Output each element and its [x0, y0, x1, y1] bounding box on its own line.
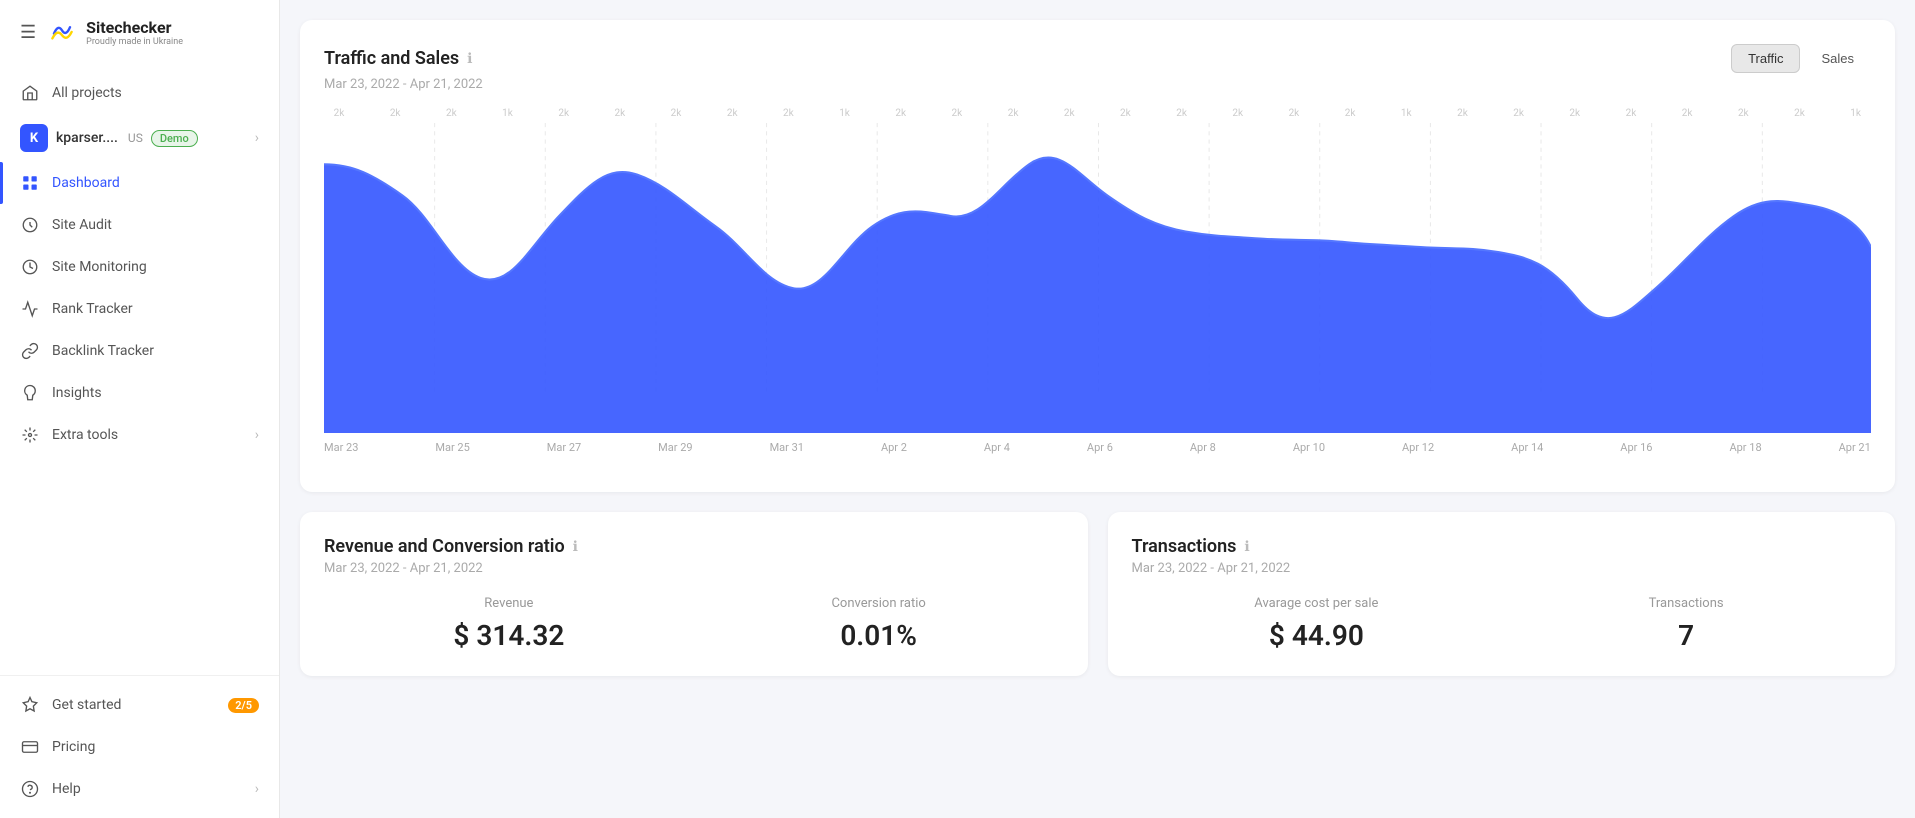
revenue-card: Revenue and Conversion ratio ℹ Mar 23, 2…	[300, 512, 1088, 676]
tab-traffic[interactable]: Traffic	[1731, 44, 1800, 73]
rank-tracker-icon	[20, 299, 40, 319]
sidebar-item-all-projects[interactable]: All projects	[0, 72, 279, 114]
avg-cost-metric: Avarage cost per sale $ 44.90	[1132, 596, 1502, 652]
pricing-icon	[20, 737, 40, 757]
site-audit-label: Site Audit	[52, 217, 112, 233]
traffic-sales-card: Traffic and Sales ℹ Traffic Sales Mar 23…	[300, 20, 1895, 492]
revenue-metrics: Revenue $ 314.32 Conversion ratio 0.01%	[324, 596, 1064, 652]
project-row[interactable]: K kparser.... US Demo ›	[0, 114, 279, 162]
chevron-right-icon: ›	[255, 130, 259, 146]
avg-cost-label: Avarage cost per sale	[1132, 596, 1502, 611]
bottom-row: Revenue and Conversion ratio ℹ Mar 23, 2…	[300, 512, 1895, 676]
chart-container: 2k 2k 2k 1k 2k 2k 2k 2k 2k 1k 2k 2k 2k 2…	[324, 108, 1871, 468]
home-icon	[20, 83, 40, 103]
sidebar-header: ☰ Sitechecker Proudly made in Ukraine	[0, 0, 279, 64]
transactions-count-metric: Transactions 7	[1501, 596, 1871, 652]
conversion-value: 0.01%	[694, 619, 1064, 652]
tab-group: Traffic Sales	[1731, 44, 1871, 73]
revenue-title: Revenue and Conversion ratio	[324, 536, 565, 557]
transactions-title: Transactions	[1132, 536, 1237, 557]
sidebar-item-extra-tools[interactable]: Extra tools ›	[0, 414, 279, 456]
sidebar-item-rank-tracker[interactable]: Rank Tracker	[0, 288, 279, 330]
get-started-icon	[20, 695, 40, 715]
transactions-count-value: 7	[1501, 619, 1871, 652]
extra-tools-chevron: ›	[255, 427, 259, 443]
extra-tools-icon	[20, 425, 40, 445]
pricing-label: Pricing	[52, 739, 95, 755]
backlink-tracker-icon	[20, 341, 40, 361]
project-icon: K	[20, 124, 48, 152]
logo-area: Sitechecker Proudly made in Ukraine	[46, 16, 183, 48]
site-monitoring-label: Site Monitoring	[52, 259, 147, 275]
nav-section: All projects K kparser.... US Demo › Das…	[0, 64, 279, 675]
sidebar-item-get-started[interactable]: Get started 2/5	[0, 684, 279, 726]
sidebar-item-pricing[interactable]: Pricing	[0, 726, 279, 768]
traffic-chart-svg	[324, 123, 1871, 433]
traffic-sales-title: Traffic and Sales	[324, 48, 459, 69]
get-started-badge: 2/5	[228, 698, 259, 713]
tab-sales[interactable]: Sales	[1804, 44, 1871, 73]
traffic-sales-date: Mar 23, 2022 - Apr 21, 2022	[324, 77, 1871, 92]
rank-tracker-label: Rank Tracker	[52, 301, 133, 317]
conversion-label: Conversion ratio	[694, 596, 1064, 611]
insights-icon	[20, 383, 40, 403]
sidebar-item-insights[interactable]: Insights	[0, 372, 279, 414]
demo-badge: Demo	[151, 130, 198, 147]
logo-text: Sitechecker Proudly made in Ukraine	[86, 18, 183, 47]
sidebar: ☰ Sitechecker Proudly made in Ukraine Al	[0, 0, 280, 818]
sidebar-item-site-audit[interactable]: Site Audit	[0, 204, 279, 246]
sidebar-item-dashboard[interactable]: Dashboard	[0, 162, 279, 204]
project-country: US	[128, 131, 143, 145]
revenue-label: Revenue	[324, 596, 694, 611]
transactions-count-label: Transactions	[1501, 596, 1871, 611]
help-label: Help	[52, 781, 81, 797]
revenue-metric: Revenue $ 314.32	[324, 596, 694, 652]
avg-cost-value: $ 44.90	[1132, 619, 1502, 652]
revenue-info-icon[interactable]: ℹ	[573, 539, 578, 555]
sidebar-bottom: Get started 2/5 Pricing Help	[0, 675, 279, 818]
project-name: kparser....	[56, 130, 118, 146]
all-projects-label: All projects	[52, 85, 122, 101]
transactions-card: Transactions ℹ Mar 23, 2022 - Apr 21, 20…	[1108, 512, 1896, 676]
transactions-metrics: Avarage cost per sale $ 44.90 Transactio…	[1132, 596, 1872, 652]
extra-tools-label: Extra tools	[52, 427, 118, 443]
get-started-label: Get started	[52, 697, 121, 713]
help-chevron: ›	[255, 781, 259, 797]
revenue-date: Mar 23, 2022 - Apr 21, 2022	[324, 561, 1064, 576]
hamburger-icon[interactable]: ☰	[20, 22, 36, 43]
logo-icon	[46, 16, 78, 48]
transactions-date: Mar 23, 2022 - Apr 21, 2022	[1132, 561, 1872, 576]
site-audit-icon	[20, 215, 40, 235]
traffic-sales-info-icon[interactable]: ℹ	[467, 51, 472, 67]
site-monitoring-icon	[20, 257, 40, 277]
app-tagline: Proudly made in Ukraine	[86, 37, 183, 47]
sidebar-item-backlink-tracker[interactable]: Backlink Tracker	[0, 330, 279, 372]
sidebar-item-site-monitoring[interactable]: Site Monitoring	[0, 246, 279, 288]
dashboard-label: Dashboard	[52, 175, 120, 191]
main-content: Traffic and Sales ℹ Traffic Sales Mar 23…	[280, 0, 1915, 818]
app-name: Sitechecker	[86, 18, 183, 37]
backlink-tracker-label: Backlink Tracker	[52, 343, 154, 359]
sidebar-item-help[interactable]: Help ›	[0, 768, 279, 810]
help-icon	[20, 779, 40, 799]
transactions-info-icon[interactable]: ℹ	[1244, 539, 1249, 555]
conversion-metric: Conversion ratio 0.01%	[694, 596, 1064, 652]
traffic-sales-header: Traffic and Sales ℹ Traffic Sales	[324, 44, 1871, 73]
revenue-value: $ 314.32	[324, 619, 694, 652]
insights-label: Insights	[52, 385, 102, 401]
dashboard-icon	[20, 173, 40, 193]
